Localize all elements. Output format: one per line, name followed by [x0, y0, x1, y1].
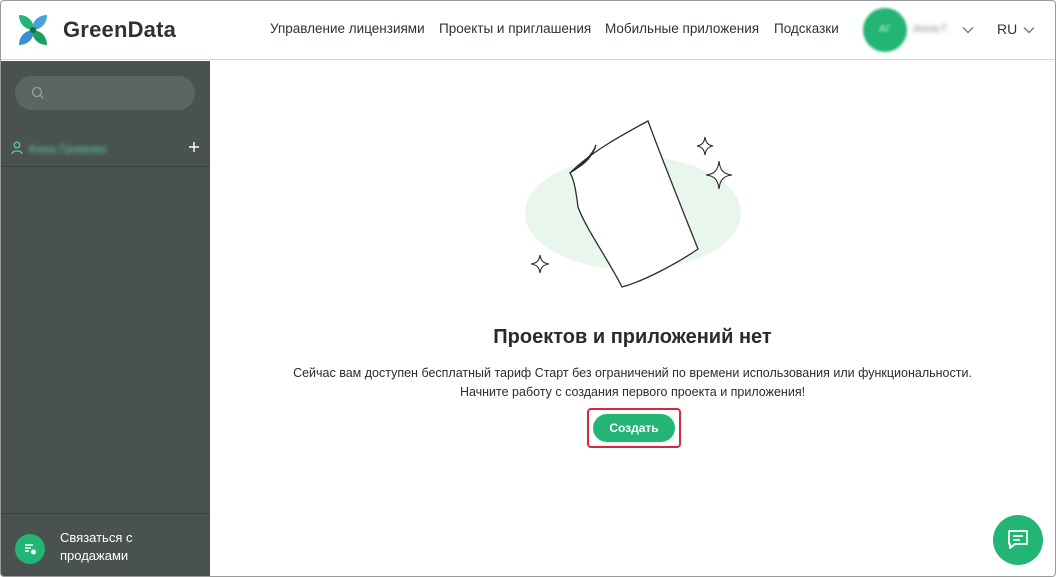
sidebar: Анна Громова Связаться с продажами — [1, 61, 210, 576]
empty-state-description: Сейчас вам доступен бесплатный тариф Ста… — [210, 364, 1055, 402]
empty-state-title: Проектов и приложений нет — [493, 326, 772, 348]
search-icon — [31, 86, 44, 99]
nav-licenses[interactable]: Управление лицензиями — [270, 21, 425, 36]
create-button[interactable]: Создать — [593, 414, 675, 442]
logo-icon[interactable] — [15, 11, 51, 49]
plus-icon[interactable] — [188, 141, 200, 153]
nav-mobile-apps[interactable]: Мобильные приложения — [605, 21, 759, 36]
sidebar-user-item[interactable]: Анна Громова — [1, 133, 210, 167]
top-header: GreenData Управление лицензиями Проекты … — [1, 1, 1055, 60]
chat-icon — [1008, 530, 1028, 549]
contact-sales-button[interactable]: Связаться с продажами — [1, 513, 210, 576]
main-content: Проектов и приложений нет Сейчас вам дос… — [210, 61, 1055, 576]
avatar[interactable]: АГ — [863, 8, 907, 52]
sidebar-user-name: Анна Громова — [28, 142, 107, 156]
app-window: GreenData Управление лицензиями Проекты … — [0, 0, 1056, 577]
chat-button[interactable] — [993, 515, 1043, 565]
empty-state-line-1: Сейчас вам доступен бесплатный тариф Ста… — [293, 366, 972, 380]
nav-projects[interactable]: Проекты и приглашения — [439, 21, 591, 36]
chevron-down-icon[interactable] — [1022, 23, 1036, 37]
nav-hints[interactable]: Подсказки — [774, 21, 839, 36]
document-icon — [525, 120, 741, 288]
language-selector[interactable]: RU — [997, 21, 1017, 37]
user-icon — [11, 141, 23, 155]
brand-name[interactable]: GreenData — [63, 17, 176, 43]
search-input[interactable] — [15, 76, 195, 110]
sales-icon — [15, 534, 45, 564]
chevron-down-icon[interactable] — [961, 23, 975, 37]
user-name[interactable]: Анна Г. — [913, 23, 949, 35]
empty-state-line-2: Начните работу с создания первого проект… — [459, 385, 806, 399]
contact-sales-label: Связаться с продажами — [60, 530, 133, 563]
create-button-highlight: Создать — [587, 408, 681, 448]
